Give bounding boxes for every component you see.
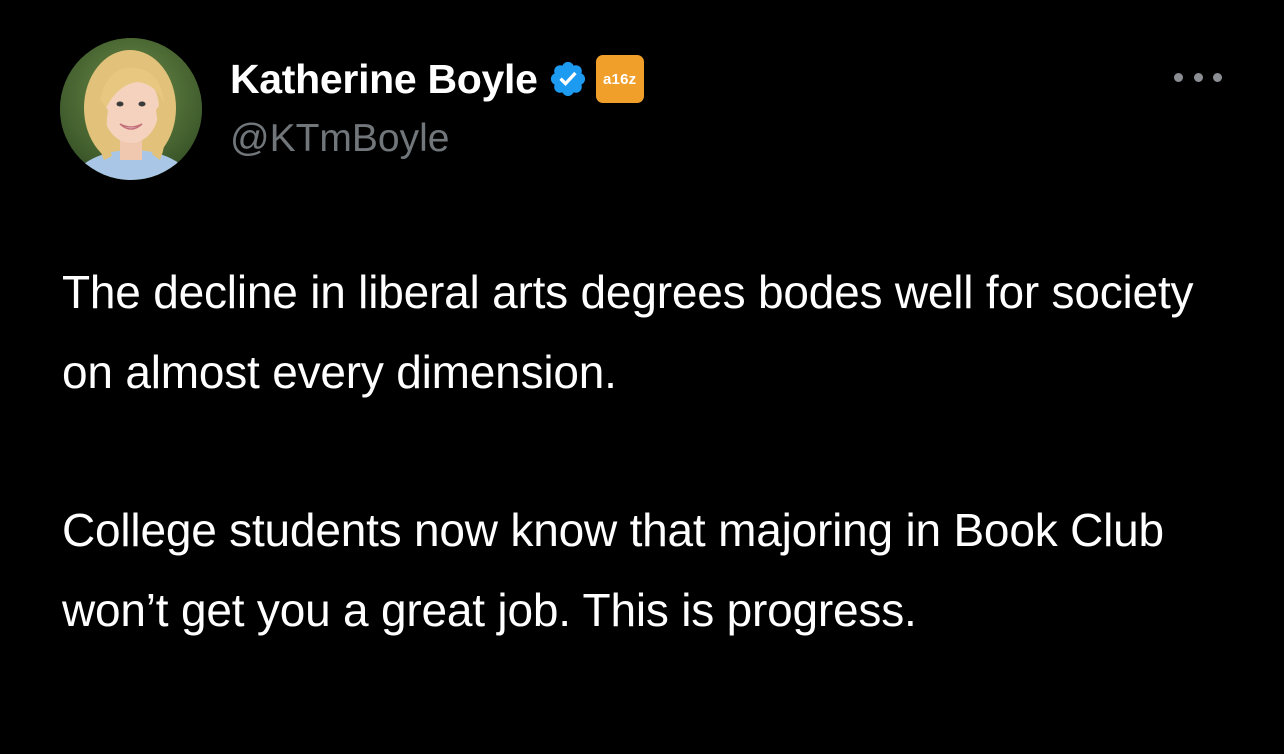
tweet-text: The decline in liberal arts degrees bode… xyxy=(62,252,1242,650)
affiliation-badge[interactable]: a16z xyxy=(595,55,644,103)
tweet-paragraph: The decline in liberal arts degrees bode… xyxy=(62,266,1194,398)
author-name-row: Katherine Boyle a16z xyxy=(230,55,644,103)
avatar[interactable] xyxy=(60,38,202,180)
tweet-card: Katherine Boyle a16z @KTmBoyle The decli… xyxy=(0,0,1284,754)
profile-photo-icon xyxy=(60,38,202,180)
more-options-icon[interactable] xyxy=(1174,64,1222,90)
more-dot xyxy=(1174,72,1183,82)
tweet-paragraph: College students now know that majoring … xyxy=(62,504,1164,636)
more-dot xyxy=(1213,72,1222,82)
author-handle[interactable]: @KTmBoyle xyxy=(230,116,449,162)
verified-badge-icon[interactable] xyxy=(548,59,588,99)
author-display-name[interactable]: Katherine Boyle xyxy=(230,56,538,102)
more-dot xyxy=(1193,72,1203,82)
